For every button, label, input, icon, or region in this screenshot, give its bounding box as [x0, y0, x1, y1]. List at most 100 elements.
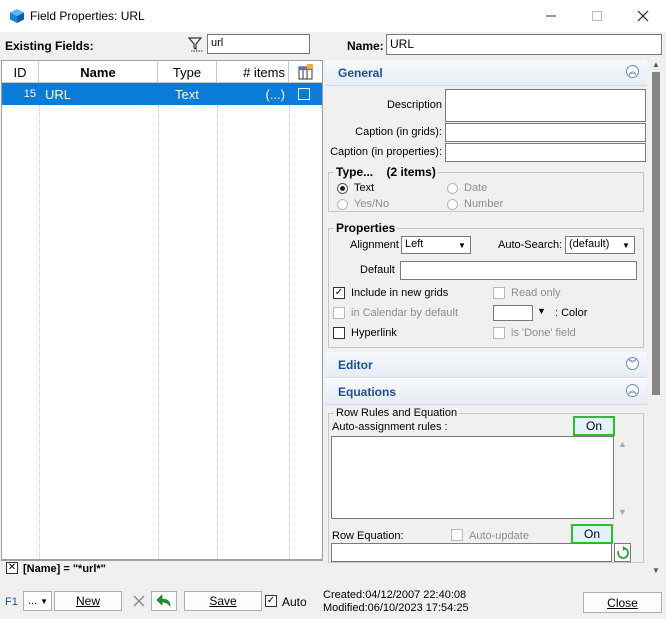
scroll-up-arrow-icon[interactable]: ▲: [652, 60, 660, 69]
alignment-select[interactable]: Left ▼: [401, 236, 471, 254]
delete-icon[interactable]: [131, 593, 147, 609]
undo-button[interactable]: [151, 591, 177, 611]
modified-timestamp: Modified:06/10/2023 17:54:25: [323, 602, 469, 614]
col-header-items[interactable]: # items: [217, 61, 289, 83]
filter-input[interactable]: url: [207, 34, 310, 54]
auto-assign-on-button[interactable]: On: [573, 416, 615, 436]
read-only-checkbox[interactable]: [493, 287, 505, 299]
scroll-up-icon[interactable]: ▲: [618, 439, 627, 449]
description-input[interactable]: [445, 89, 646, 122]
filter-bar: ✕ [Name] = "*url*": [1, 560, 323, 576]
properties-group-title: Properties: [334, 221, 398, 235]
autosearch-label: Auto-Search:: [498, 239, 563, 251]
row-type: Text: [175, 86, 199, 102]
maximize-button[interactable]: [574, 0, 620, 32]
grid-header: ID Name Type # items: [2, 61, 322, 83]
type-text-radio[interactable]: [337, 183, 348, 194]
close-label: Close: [607, 595, 638, 610]
more-label: ...: [28, 595, 38, 607]
alignment-label: Alignment: [350, 239, 399, 251]
refresh-icon[interactable]: [614, 543, 631, 562]
row-equation-input[interactable]: [331, 543, 612, 562]
save-button[interactable]: Save: [184, 591, 262, 611]
name-input[interactable]: URL: [386, 34, 662, 55]
default-input[interactable]: [400, 261, 637, 280]
col-header-id[interactable]: ID: [2, 61, 39, 83]
auto-save-label: Auto: [282, 595, 307, 609]
scrollbar-thumb[interactable]: [652, 72, 660, 395]
scroll-down-icon[interactable]: ▼: [618, 507, 627, 517]
equations-title: Equations: [338, 385, 397, 399]
filter-expression: [Name] = "*url*": [23, 563, 106, 575]
caption-grids-label: Caption (in grids):: [355, 126, 442, 138]
col-header-type[interactable]: Type: [158, 61, 217, 83]
row-name: URL: [45, 86, 72, 102]
in-calendar-checkbox[interactable]: [333, 307, 345, 319]
auto-assign-textarea[interactable]: [331, 436, 614, 519]
equations-section-header[interactable]: Equations ︽: [325, 379, 647, 405]
include-grids-checkbox[interactable]: ✓: [333, 287, 345, 299]
type-yesno-label: Yes/No: [354, 198, 390, 210]
caption-props-label: Caption (in properties):: [330, 146, 442, 158]
row-id: 15: [23, 88, 36, 100]
caption-grids-input[interactable]: [445, 123, 646, 142]
created-timestamp: Created:04/12/2007 22:40:08: [323, 589, 467, 601]
row-equation-on-button[interactable]: On: [571, 524, 613, 544]
undo-arrow-icon: [156, 594, 171, 607]
row-items: (...): [265, 86, 286, 102]
color-label: : Color: [555, 307, 588, 319]
description-label: Description: [386, 99, 442, 111]
chevron-down-icon: ▼: [458, 240, 466, 250]
auto-save-checkbox[interactable]: ✓: [265, 595, 277, 607]
panel-scrollbar[interactable]: ▲ ▼: [647, 58, 664, 578]
grid-divider: [39, 105, 40, 559]
general-body: Description Caption (in grids): Caption …: [325, 86, 647, 352]
minimize-button[interactable]: [528, 0, 574, 32]
type-yesno-radio[interactable]: [337, 199, 348, 210]
name-label: Name:: [347, 39, 384, 53]
default-label: Default: [360, 264, 395, 276]
is-done-label: is 'Done' field: [511, 327, 576, 339]
table-row[interactable]: 15 URL Text (...): [2, 83, 322, 105]
column-chooser-icon[interactable]: [289, 61, 322, 83]
type-date-radio[interactable]: [447, 183, 458, 194]
collapse-up-icon[interactable]: ︽: [626, 65, 639, 78]
autosearch-select[interactable]: (default) ▼: [565, 236, 635, 254]
title-bar: Field Properties: URL: [0, 0, 666, 32]
hyperlink-label: Hyperlink: [351, 327, 397, 339]
type-group-title: Type... (2 items): [334, 165, 438, 179]
editor-section-header[interactable]: Editor ︾: [325, 352, 647, 378]
grid-divider: [158, 105, 159, 559]
close-button[interactable]: Close: [583, 592, 662, 613]
alignment-value: Left: [405, 238, 424, 250]
grid-divider: [289, 105, 290, 559]
filter-icon[interactable]: [187, 36, 204, 52]
chevron-down-icon: ▼: [622, 240, 630, 250]
fields-grid[interactable]: ID Name Type # items 15 URL Text (...): [1, 60, 323, 560]
collapse-up-icon[interactable]: ︽: [626, 384, 639, 397]
is-done-checkbox[interactable]: [493, 327, 505, 339]
equations-body: Row Rules and Equation Auto-assignment r…: [325, 405, 647, 565]
type-date-label: Date: [464, 182, 488, 194]
clear-filter-checkbox[interactable]: ✕: [6, 562, 18, 574]
f1-help-label[interactable]: F1: [5, 596, 18, 608]
type-number-radio[interactable]: [447, 199, 458, 210]
general-section-header[interactable]: General ︽: [325, 60, 647, 86]
hyperlink-checkbox[interactable]: [333, 327, 345, 339]
caption-props-input[interactable]: [445, 143, 646, 162]
expand-down-icon[interactable]: ︾: [626, 357, 639, 370]
col-header-name[interactable]: Name: [39, 61, 158, 83]
auto-update-checkbox[interactable]: [451, 529, 463, 541]
row-equation-label: Row Equation:: [332, 530, 404, 542]
in-calendar-label: in Calendar by default: [351, 307, 459, 319]
color-dropdown-icon[interactable]: ▼: [537, 306, 546, 316]
row-checkbox[interactable]: [298, 88, 310, 100]
color-swatch[interactable]: [493, 305, 533, 321]
new-button[interactable]: New: [54, 591, 122, 611]
close-window-button[interactable]: [620, 0, 666, 32]
properties-panel: General ︽ Description Caption (in grids)…: [325, 60, 647, 565]
row-rules-group-title: Row Rules and Equation: [334, 407, 460, 419]
scroll-down-arrow-icon[interactable]: ▼: [652, 566, 660, 575]
more-menu-button[interactable]: ... ▼: [23, 591, 52, 611]
general-title: General: [338, 66, 383, 80]
